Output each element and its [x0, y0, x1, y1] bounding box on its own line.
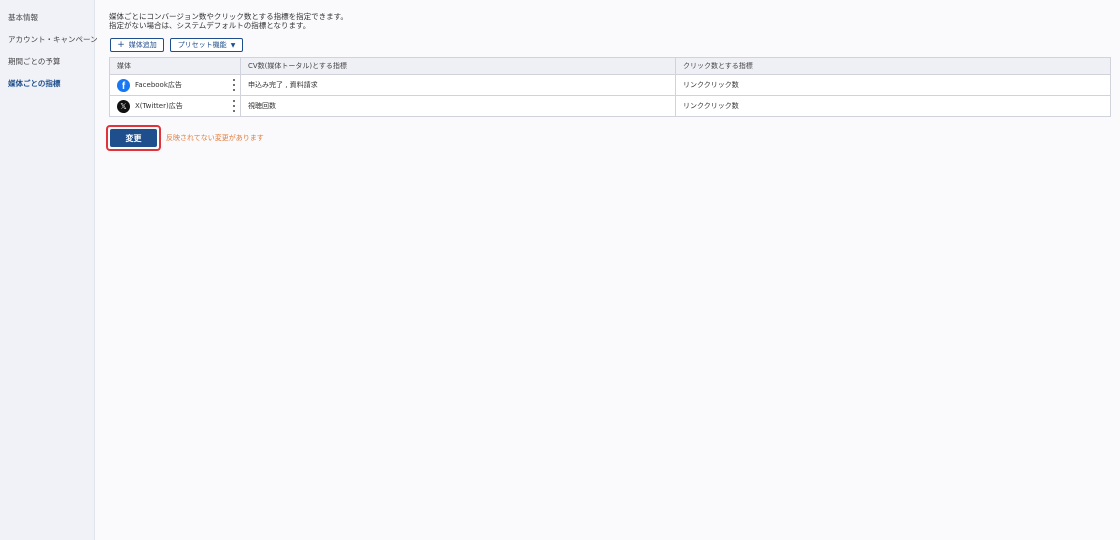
media-metrics-table: 媒体 CV数(媒体トータル)とする指標 クリック数とする指標 f Faceboo… — [109, 57, 1111, 117]
table-row: 𝕏 X(Twitter)広告 視聴回数 リンククリック数 — [109, 95, 1111, 117]
x-twitter-icon: 𝕏 — [117, 99, 130, 113]
header-cv-metric: CV数(媒体トータル)とする指標 — [240, 57, 676, 75]
caret-down-icon: ▼ — [230, 41, 236, 49]
table-row: f Facebook広告 申込み完了 , 資料請求 リンククリック数 — [109, 74, 1111, 96]
media-name: Facebook広告 — [135, 81, 182, 89]
submit-change-button[interactable]: 変更 — [110, 129, 157, 147]
sidebar-item-period-budget[interactable]: 期間ごとの予算 — [8, 56, 60, 67]
add-media-label: 媒体追加 — [128, 41, 157, 49]
media-name: X(Twitter)広告 — [135, 102, 183, 110]
main-content: 媒体ごとにコンバージョン数やクリック数とする指標を指定できます。 指定がない場合… — [96, 0, 1120, 540]
header-click-metric: クリック数とする指標 — [675, 57, 1111, 75]
cv-metric-cell[interactable]: 視聴回数 — [240, 95, 676, 117]
media-cell: f Facebook広告 — [109, 74, 241, 96]
click-metric-cell[interactable]: リンククリック数 — [675, 74, 1111, 96]
sidebar-item-account-campaign[interactable]: アカウント・キャンペーン — [8, 34, 98, 45]
more-options-icon[interactable] — [232, 79, 236, 91]
cv-metric-cell[interactable]: 申込み完了 , 資料請求 — [240, 74, 676, 96]
submit-highlight: 変更 — [106, 125, 161, 151]
preset-dropdown-button[interactable]: プリセット機能 ▼ — [170, 38, 243, 52]
sidebar: 基本情報 アカウント・キャンペーン 期間ごとの予算 媒体ごとの指標 — [0, 0, 98, 540]
add-media-button[interactable]: + 媒体追加 — [110, 38, 164, 52]
preset-label: プリセット機能 — [177, 41, 227, 49]
sidebar-item-media-metrics[interactable]: 媒体ごとの指標 — [8, 78, 60, 89]
description-line-2: 指定がない場合は、システムデフォルトの指標となります。 — [109, 21, 311, 30]
more-options-icon[interactable] — [232, 100, 236, 112]
header-media: 媒体 — [109, 57, 241, 75]
table-header-row: 媒体 CV数(媒体トータル)とする指標 クリック数とする指標 — [109, 57, 1111, 75]
plus-icon: + — [117, 39, 125, 50]
unsaved-changes-notice: 反映されてない変更があります — [166, 134, 264, 142]
sidebar-item-basic-info[interactable]: 基本情報 — [8, 12, 38, 23]
click-metric-cell[interactable]: リンククリック数 — [675, 95, 1111, 117]
media-cell: 𝕏 X(Twitter)広告 — [109, 95, 241, 117]
facebook-icon: f — [117, 78, 130, 92]
